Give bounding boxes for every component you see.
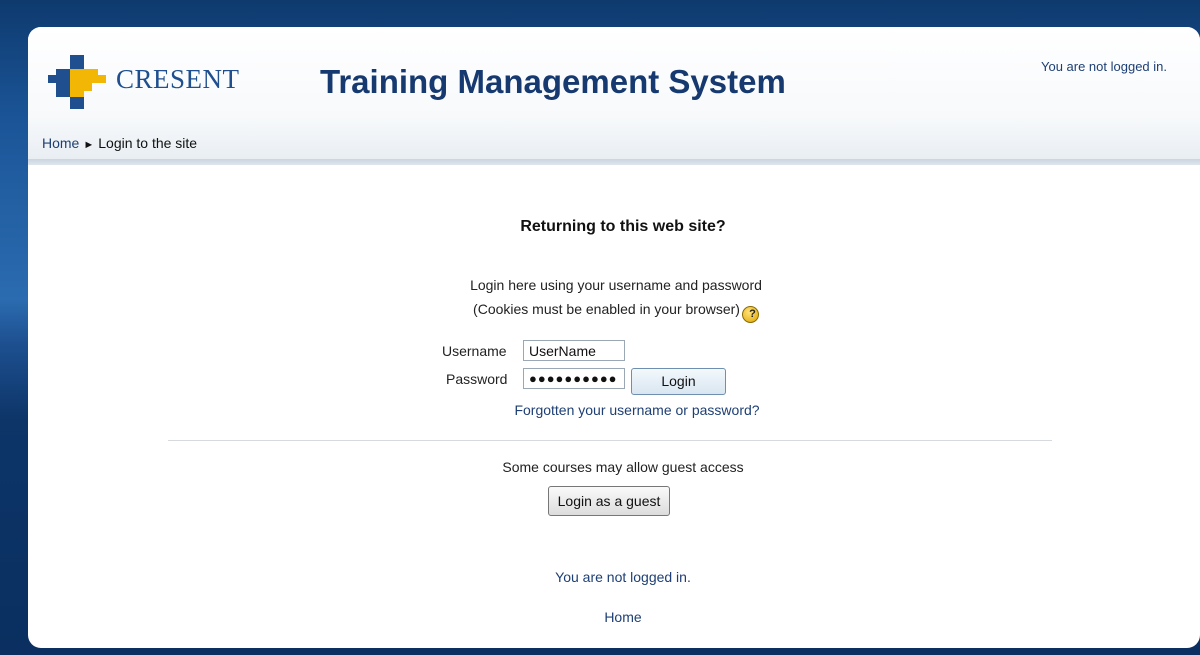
login-description-line1: Login here using your username and passw…: [470, 277, 762, 293]
page-container: CRESENT Training Management System You a…: [28, 27, 1200, 648]
login-status-footer[interactable]: You are not logged in.: [28, 569, 1200, 585]
password-input[interactable]: [523, 368, 625, 389]
divider: [168, 440, 1052, 441]
username-input[interactable]: [523, 340, 625, 361]
login-heading: Returning to this web site?: [520, 218, 726, 235]
breadcrumb: Home ► Login to the site: [42, 135, 197, 151]
guest-access-text: Some courses may allow guest access: [502, 459, 744, 475]
password-label: Password: [446, 371, 508, 387]
footer-home-link[interactable]: Home: [28, 609, 1200, 625]
header: CRESENT Training Management System You a…: [28, 27, 1200, 165]
login-status-top: You are not logged in.: [1040, 59, 1167, 74]
header-divider-bar: [28, 159, 1200, 165]
breadcrumb-separator-icon: ►: [83, 139, 95, 151]
login-description-line2: (Cookies must be enabled in your browser…: [28, 301, 1200, 323]
breadcrumb-current: Login to the site: [98, 135, 198, 151]
cookies-note: (Cookies must be enabled in your browser…: [473, 301, 740, 317]
username-label: Username: [442, 343, 507, 359]
login-as-guest-button[interactable]: Login as a guest: [548, 486, 670, 516]
breadcrumb-home-link[interactable]: Home: [42, 135, 79, 151]
forgot-password-link[interactable]: Forgotten your username or password?: [28, 402, 1200, 418]
site-title: Training Management System: [320, 63, 786, 100]
help-icon[interactable]: ?: [741, 306, 759, 323]
logo-text: CRESENT: [116, 64, 240, 94]
login-button[interactable]: Login: [631, 368, 726, 395]
cresent-logo-icon: [48, 55, 106, 109]
